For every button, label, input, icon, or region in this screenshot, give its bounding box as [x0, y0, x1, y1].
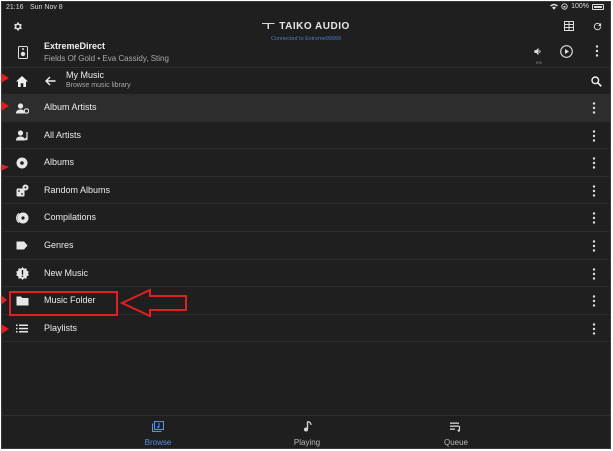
page-title: My Music [66, 70, 104, 80]
list-item-label: Compilations [44, 212, 97, 223]
status-bar: 21:16 Sun Nov 8 100% [2, 2, 610, 14]
item-menu-button[interactable] [589, 184, 599, 198]
player-device-button[interactable] [14, 43, 32, 61]
home-button[interactable] [13, 72, 31, 90]
tag-icon [15, 239, 29, 253]
tab-browse-label: Browse [144, 438, 172, 447]
item-menu-button[interactable] [589, 129, 599, 143]
tab-queue-label: Queue [443, 438, 469, 447]
item-menu-button[interactable] [589, 211, 599, 225]
arrow-left-icon [44, 76, 55, 86]
page-subtitle: Browse music library [66, 82, 131, 89]
more-vertical-icon [592, 129, 596, 142]
playlist-icon [15, 322, 29, 336]
browse-icon [151, 420, 165, 433]
brand-name: TAIKO AUDIO [279, 20, 350, 32]
list-item-label: Album Artists [44, 102, 97, 112]
tab-queue[interactable]: Queue [426, 419, 486, 447]
list-item-label: Albums [44, 157, 75, 168]
list-item-label: New Music [44, 267, 89, 278]
brand-logo: TAIKO AUDIO [262, 21, 350, 32]
now-playing-subtitle: Fields Of Gold • Eva Cassidy, Sting [44, 54, 169, 63]
more-vertical-icon [595, 45, 599, 57]
music-note-icon [303, 420, 312, 432]
list-item-albums[interactable]: Albums [2, 149, 610, 177]
battery-percent: 100% [571, 3, 589, 10]
more-vertical-icon [592, 157, 596, 169]
more-vertical-icon [592, 212, 596, 225]
search-icon [590, 75, 602, 87]
list-item-label: Playlists [44, 322, 78, 333]
play-circle-icon [559, 44, 573, 58]
tab-playing-label: Playing [293, 438, 321, 447]
list-item-new-music[interactable]: New Music [2, 260, 610, 288]
compilation-icon [15, 211, 29, 225]
artist-icon [15, 129, 29, 143]
more-vertical-icon [592, 102, 596, 114]
more-vertical-icon [592, 295, 596, 307]
bottom-tab-bar: Browse Playing Queue [2, 415, 610, 448]
rotation-lock-icon [561, 3, 568, 10]
item-menu-button[interactable] [589, 267, 599, 281]
more-vertical-icon [592, 185, 596, 197]
home-icon [16, 75, 28, 87]
item-menu-button[interactable] [589, 101, 599, 115]
list-item-all-artists[interactable]: All Artists [2, 122, 610, 150]
now-playing-bar[interactable]: ExtremeDirect Fields Of Gold • Eva Cassi… [2, 38, 610, 68]
taiko-logo-icon [262, 23, 276, 29]
list-item-compilations[interactable]: Compilations [2, 204, 610, 232]
wifi-icon [550, 3, 559, 10]
search-button[interactable] [587, 72, 605, 90]
speaker-icon [18, 45, 28, 59]
item-menu-button[interactable] [589, 294, 599, 308]
list-item-album-artists[interactable]: Album Artists [2, 94, 610, 122]
album-artist-icon [15, 101, 29, 115]
now-playing-title: ExtremeDirect [44, 41, 106, 51]
more-vertical-icon [592, 240, 596, 252]
more-vertical-icon [592, 267, 596, 280]
tab-playing[interactable]: Playing [277, 419, 337, 447]
battery-icon [592, 3, 604, 10]
play-button[interactable] [557, 42, 575, 60]
back-button[interactable] [41, 72, 59, 90]
library-view-icon [564, 21, 574, 31]
library-view-button[interactable] [560, 17, 578, 35]
item-menu-button[interactable] [589, 239, 599, 253]
list-item-label: Genres [44, 239, 74, 250]
list-item-random-albums[interactable]: Random Albums [2, 177, 610, 205]
volume-level: 0% [536, 60, 542, 65]
annotation-highlight-box [9, 291, 118, 316]
player-menu-button[interactable] [588, 42, 606, 60]
disc-icon [15, 156, 29, 170]
status-date: Sun Nov 8 [30, 4, 63, 11]
item-menu-button[interactable] [589, 322, 599, 336]
new-badge-icon [15, 267, 29, 281]
dice-icon [15, 184, 29, 198]
list-item-playlists[interactable]: Playlists [2, 315, 610, 343]
queue-icon [450, 422, 461, 432]
top-bar: TAIKO AUDIO Connected to Extreme99999 [2, 14, 610, 42]
refresh-button[interactable] [588, 17, 606, 35]
tab-browse[interactable]: Browse [128, 419, 188, 447]
list-item-genres[interactable]: Genres [2, 232, 610, 260]
browse-nav-bar: My Music Browse music library [2, 67, 610, 94]
more-vertical-icon [592, 323, 596, 335]
list-item-label: Random Albums [44, 184, 111, 195]
refresh-icon [593, 22, 601, 30]
list-item-label: All Artists [44, 129, 82, 140]
status-right: 100% [550, 3, 604, 10]
item-menu-button[interactable] [589, 156, 599, 170]
app-screen: 21:16 Sun Nov 8 100% TAIKO AUDIO Connect… [1, 1, 611, 449]
status-time: 21:16 [6, 4, 24, 11]
volume-button[interactable] [529, 42, 547, 60]
volume-icon [533, 47, 541, 55]
